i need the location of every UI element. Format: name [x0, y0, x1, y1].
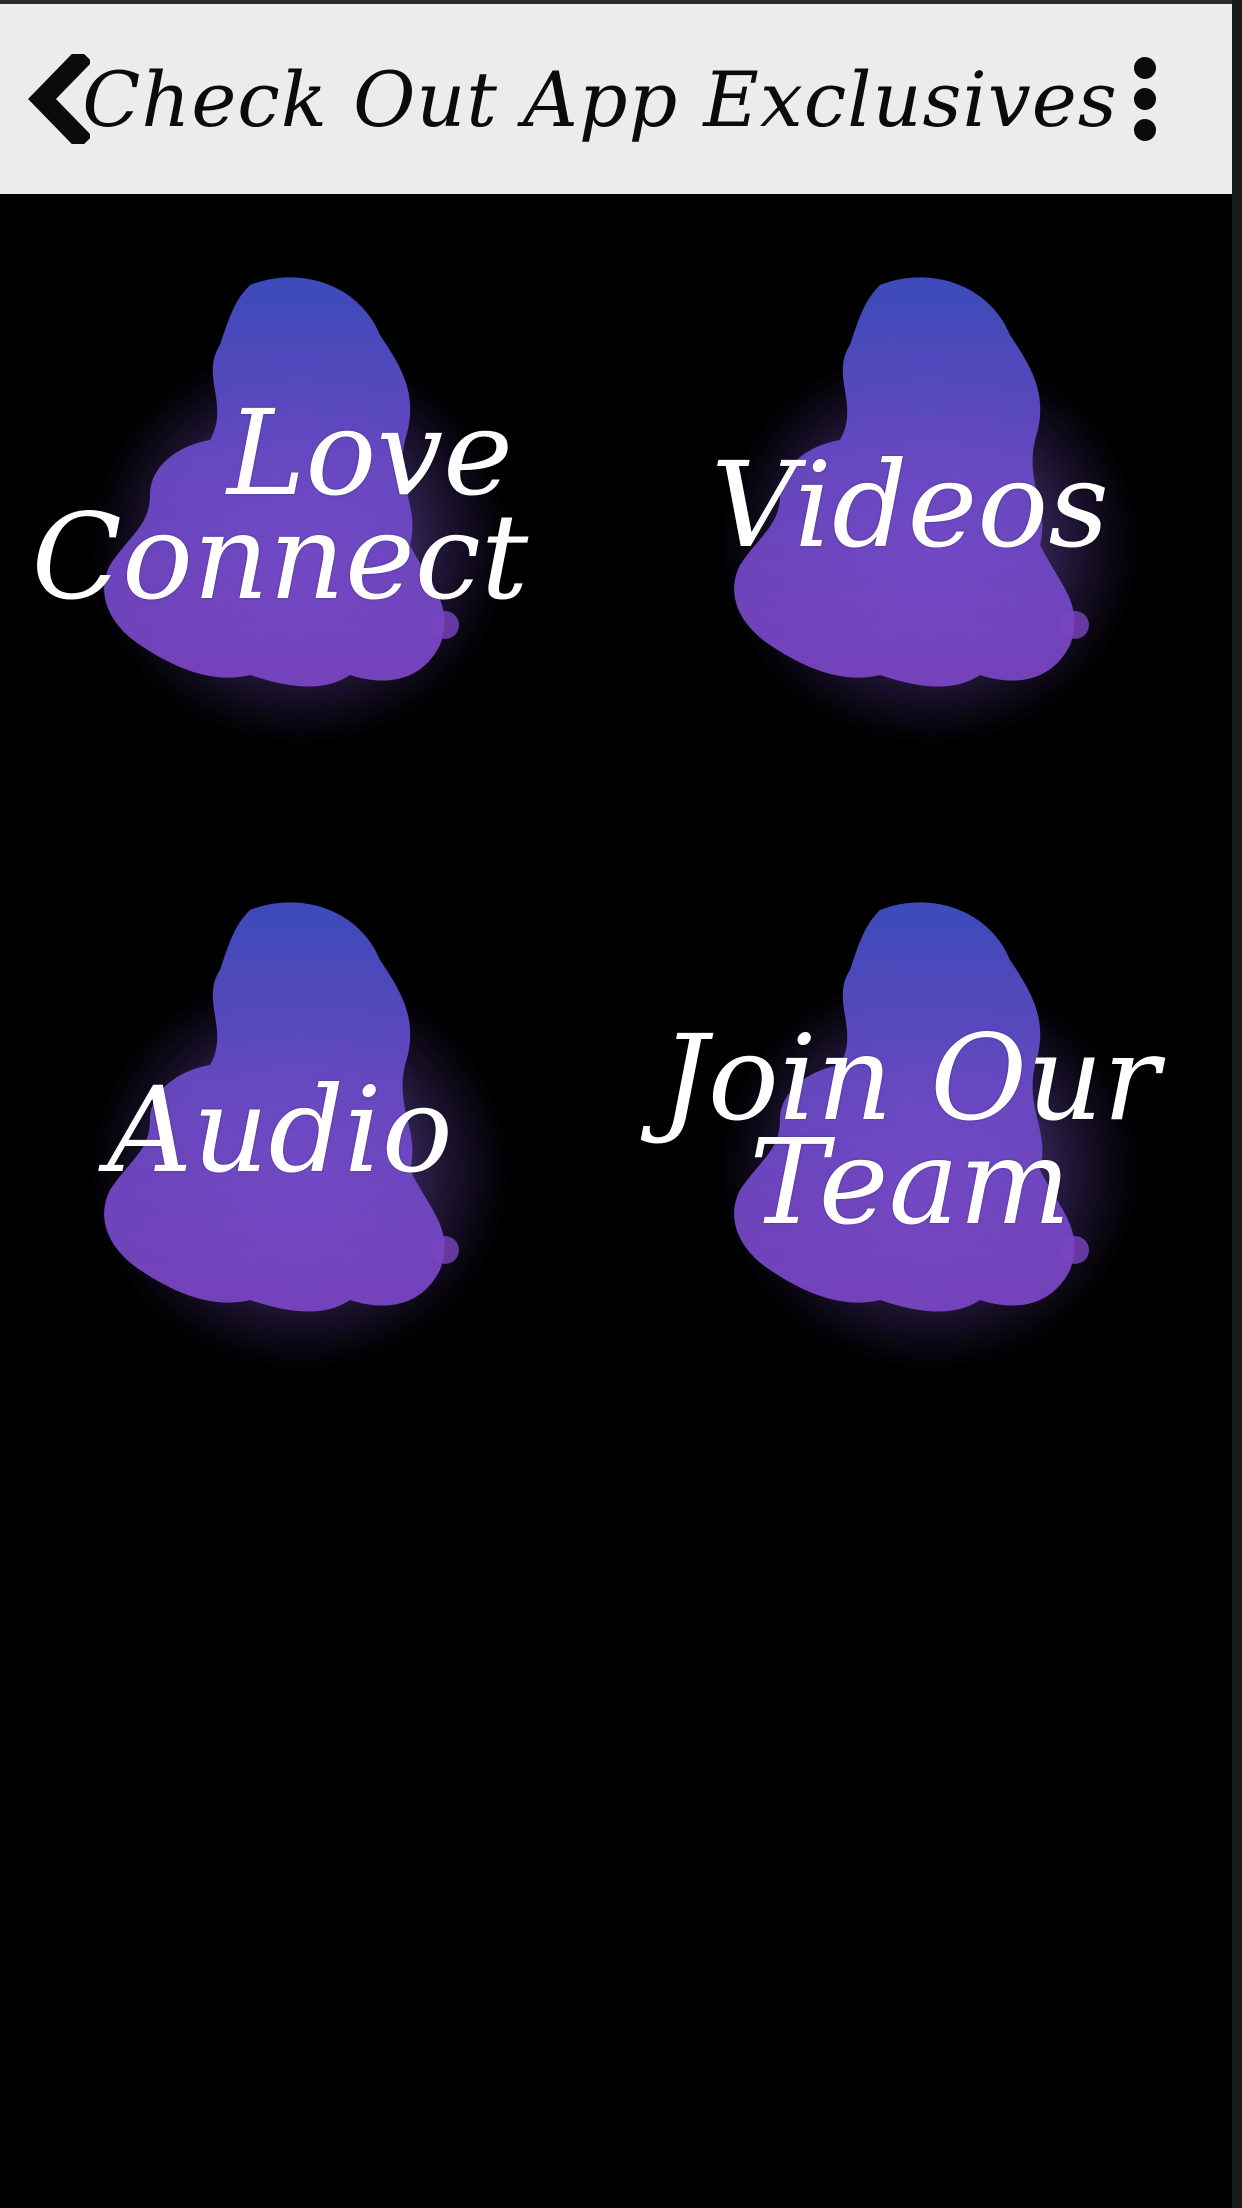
- overflow-menu-button[interactable]: [1105, 44, 1185, 154]
- app-screen: Check Out App Exclusives Love Connect Vi…: [0, 0, 1232, 2208]
- screen-top-edge: [0, 0, 1242, 4]
- tile-label: Audio: [0, 870, 560, 1390]
- chevron-left-icon: [28, 54, 90, 144]
- tile-label-line2: Team: [749, 1113, 1071, 1251]
- tile-label: Join Our Team: [630, 870, 1190, 1390]
- tile-label: Videos: [630, 245, 1190, 765]
- tile-love-connect[interactable]: Love Connect: [0, 245, 560, 765]
- page-title: Check Out App Exclusives: [82, 54, 1118, 144]
- top-app-bar: Check Out App Exclusives: [0, 4, 1232, 194]
- tile-videos[interactable]: Videos: [630, 245, 1190, 765]
- tile-label: Love Connect: [0, 245, 560, 765]
- tile-label-line2: Connect: [31, 488, 529, 626]
- tile-label-line1: Audio: [107, 1061, 453, 1199]
- screen-right-edge: [1232, 0, 1242, 2208]
- more-vertical-icon: [1134, 57, 1156, 141]
- tile-label-line1: Videos: [711, 436, 1109, 574]
- tile-audio[interactable]: Audio: [0, 870, 560, 1390]
- tile-join-our-team[interactable]: Join Our Team: [630, 870, 1190, 1390]
